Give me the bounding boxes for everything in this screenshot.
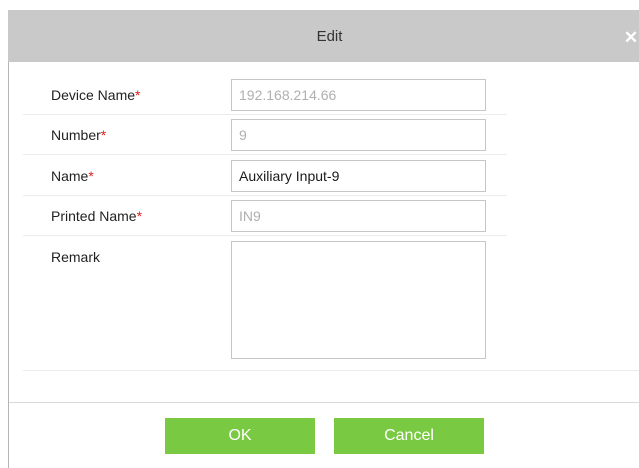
- form-row-name: Name* Auxiliary Input-9: [23, 157, 507, 196]
- printed-name-label: Printed Name*: [51, 208, 143, 224]
- number-label: Number*: [51, 127, 107, 143]
- device-name-field[interactable]: 192.168.214.66: [231, 79, 486, 111]
- form-divider: [23, 370, 639, 371]
- dialog-title: Edit: [316, 27, 343, 45]
- form-row-remark: Remark: [23, 238, 507, 360]
- name-field[interactable]: Auxiliary Input-9: [231, 160, 486, 192]
- printed-name-field[interactable]: IN9: [231, 200, 486, 232]
- close-icon[interactable]: ✕: [623, 28, 639, 48]
- form-row-number: Number* 9: [23, 116, 507, 155]
- remark-textarea[interactable]: [231, 241, 486, 359]
- remark-label: Remark: [51, 249, 101, 265]
- form-row-device-name: Device Name* 192.168.214.66: [23, 76, 507, 115]
- ok-button[interactable]: OK: [165, 418, 315, 454]
- required-marker: *: [136, 208, 143, 224]
- required-marker: *: [88, 168, 94, 184]
- edit-dialog: Edit ✕ Device Name* 192.168.214.66 Numbe…: [0, 0, 639, 468]
- name-label: Name*: [51, 168, 94, 184]
- dialog-border: [8, 62, 9, 468]
- device-name-label: Device Name*: [51, 87, 141, 103]
- required-marker: *: [135, 87, 141, 103]
- cancel-button[interactable]: Cancel: [334, 418, 484, 454]
- number-field[interactable]: 9: [231, 119, 486, 151]
- required-marker: *: [100, 127, 107, 143]
- footer-divider: [9, 402, 639, 403]
- dialog-titlebar: Edit ✕: [8, 10, 639, 62]
- form-row-printed-name: Printed Name* IN9: [23, 197, 507, 236]
